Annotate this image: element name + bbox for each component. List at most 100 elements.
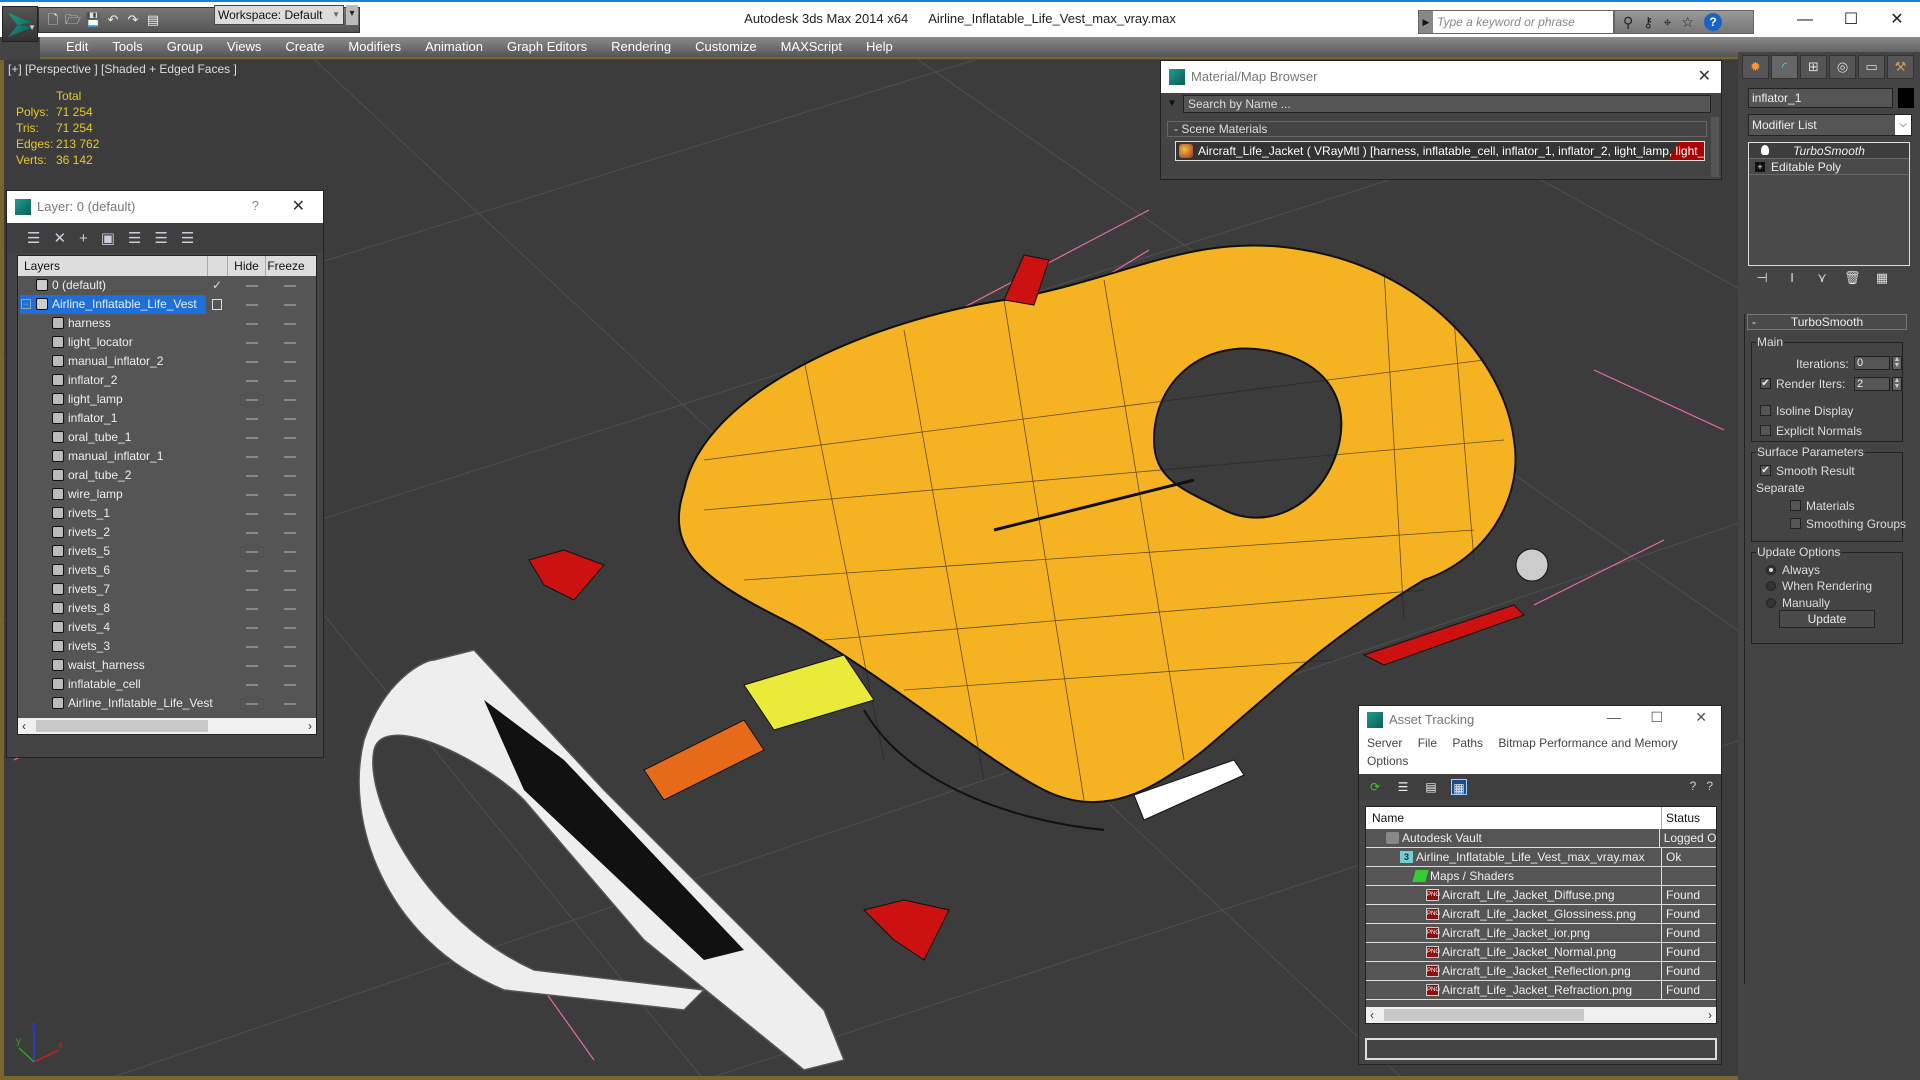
layer-row[interactable]: light_lamp [18,390,316,409]
hide-toggle[interactable] [246,323,258,325]
column-name[interactable]: Name [1366,807,1662,829]
asset-row[interactable]: Maps / Shaders [1366,867,1716,886]
hide-toggle[interactable] [246,684,258,686]
hide-toggle[interactable] [246,456,258,458]
layer-row[interactable]: rivets_4 [18,618,316,637]
scroll-left-icon[interactable]: ‹ [22,718,26,734]
freeze-toggle[interactable] [284,703,296,705]
application-button[interactable]: ▼ [2,6,38,42]
freeze-toggle[interactable] [284,665,296,667]
hide-toggle[interactable] [246,570,258,572]
current-layer-check-icon[interactable]: ✓ [212,276,222,295]
separate-smoothing-groups-checkbox[interactable] [1790,518,1801,529]
layer-row[interactable]: rivets_3 [18,637,316,656]
hide-toggle[interactable] [246,627,258,629]
scene-materials-group[interactable]: - Scene Materials [1167,121,1707,137]
hide-toggle[interactable] [246,399,258,401]
hide-toggle[interactable] [246,475,258,477]
layer-row[interactable]: wire_lamp [18,485,316,504]
menu-bitmap-performance[interactable]: Bitmap Performance and Memory [1498,736,1677,750]
vault-help-icon[interactable]: ? [1690,779,1697,793]
update-button[interactable]: Update [1779,610,1875,628]
spinner-arrows-icon[interactable]: ▲ ▼ [1892,377,1902,391]
asset-row[interactable]: PNG Aircraft_Life_Jacket_ior.png Found [1366,924,1716,943]
freeze-toggle[interactable] [284,494,296,496]
hide-toggle[interactable] [246,418,258,420]
asset-row[interactable]: PNG Aircraft_Life_Jacket_Reflection.png Fo… [1366,962,1716,981]
stack-item-turbosmooth[interactable]: TurboSmooth [1749,143,1909,159]
rollout-header[interactable]: - TurboSmooth [1747,314,1907,330]
freeze-toggle[interactable] [284,285,296,287]
hide-freeze-all-icon[interactable]: ☰ [181,229,194,247]
freeze-toggle[interactable] [284,570,296,572]
display-tab-icon[interactable]: ▭ [1858,55,1885,79]
menu-paths[interactable]: Paths [1452,736,1483,750]
hide-toggle[interactable] [246,646,258,648]
hierarchy-tab-icon[interactable]: ⊞ [1800,55,1827,79]
help-icon[interactable]: ? [1703,13,1722,31]
modify-tab-icon[interactable]: ◜ [1771,55,1798,79]
menu-server[interactable]: Server [1367,736,1402,750]
select-objects-icon[interactable]: ▣ [101,229,115,247]
layer-row[interactable]: waist_harness [18,656,316,675]
freeze-toggle[interactable] [284,475,296,477]
freeze-toggle[interactable] [284,418,296,420]
freeze-toggle[interactable] [284,589,296,591]
freeze-toggle[interactable] [284,532,296,534]
new-file-icon[interactable]: 🗋 [45,12,61,28]
hide-toggle[interactable] [246,380,258,382]
freeze-toggle[interactable] [284,342,296,344]
hide-toggle[interactable] [246,665,258,667]
layer-row[interactable]: 0 (default) ✓ [18,276,316,295]
layer-row[interactable]: manual_inflator_1 [18,447,316,466]
smooth-result-checkbox[interactable]: ✔ [1760,465,1771,476]
hide-toggle[interactable] [246,494,258,496]
horizontal-scrollbar[interactable]: ‹ › [1366,1007,1716,1023]
iterations-spinner[interactable]: 0 [1854,356,1890,370]
menu-edit[interactable]: Edit [54,37,100,57]
asset-status-field[interactable] [1365,1038,1717,1060]
filter-menu-icon[interactable]: ▼ [1167,98,1177,109]
layer-row[interactable]: light_locator [18,333,316,352]
freeze-toggle[interactable] [284,513,296,515]
open-file-icon[interactable]: 🗁 [65,12,81,28]
project-folder-icon[interactable]: ▤ [145,12,161,28]
scroll-thumb[interactable] [1384,1009,1584,1021]
layer-row[interactable]: harness [18,314,316,333]
layer-row[interactable]: oral_tube_2 [18,466,316,485]
layer-row[interactable]: rivets_7 [18,580,316,599]
add-to-layer-icon[interactable]: + [79,230,88,247]
freeze-toggle[interactable] [284,380,296,382]
expand-icon[interactable]: ▶ [1419,11,1433,33]
layer-row[interactable]: rivets_1 [18,504,316,523]
show-end-result-icon[interactable]: Ι [1784,270,1800,286]
asset-row[interactable]: Autodesk Vault Logged O [1366,829,1716,848]
toolbar-overflow-button[interactable]: ▾ [346,5,358,25]
scroll-thumb[interactable] [36,720,208,732]
make-unique-icon[interactable]: ⋎ [1814,270,1830,286]
asset-row[interactable]: PNG Aircraft_Life_Jacket_Glossiness.png Fo… [1366,905,1716,924]
remove-modifier-icon[interactable]: 🗑 [1844,270,1861,286]
render-iters-checkbox[interactable]: ✔ [1760,378,1771,389]
freeze-toggle[interactable] [284,456,296,458]
hide-toggle[interactable] [246,342,258,344]
freeze-toggle[interactable] [284,684,296,686]
hide-toggle[interactable] [246,361,258,363]
column-status[interactable]: Status [1662,807,1700,829]
minimize-button[interactable]: — [1607,709,1621,725]
column-hide[interactable]: Hide [228,256,266,276]
key-icon[interactable]: ⚷ [1643,14,1653,31]
menu-views[interactable]: Views [215,37,273,57]
freeze-toggle[interactable] [284,627,296,629]
column-freeze[interactable]: Freeze [266,256,306,276]
menu-customize[interactable]: Customize [683,37,768,57]
freeze-toggle[interactable] [284,437,296,439]
hide-toggle[interactable] [246,285,258,287]
configure-modifier-sets-icon[interactable]: ▦ [1874,270,1890,286]
separate-materials-checkbox[interactable] [1790,500,1801,511]
dialog-title-bar[interactable]: Asset Tracking — ☐ ✕ [1359,706,1721,734]
create-layer-icon[interactable]: ☰ [27,229,40,247]
collapse-icon[interactable]: − [21,299,31,309]
highlight-layer-icon[interactable]: ☰ [154,229,167,247]
update-always-radio[interactable] [1766,565,1776,575]
